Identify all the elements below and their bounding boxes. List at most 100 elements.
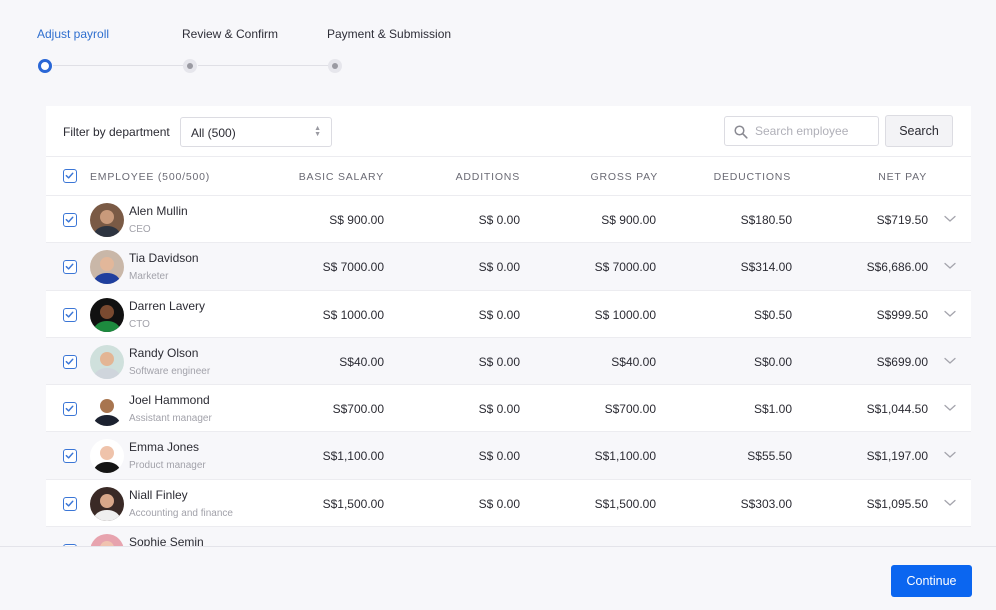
step-review-confirm[interactable]: Review & Confirm [182,27,278,41]
step-connector [53,65,183,66]
chevron-down-icon[interactable] [944,310,956,318]
employee-role: Assistant manager [129,413,212,425]
net-pay-value: S$1,095.50 [866,496,928,511]
net-pay-value: S$719.50 [876,213,928,227]
chevron-down-icon[interactable] [944,404,956,412]
basic-salary-value: S$40.00 [339,354,384,369]
select-arrows-icon: ▲ ▼ [314,125,321,138]
column-header-basic-salary[interactable]: BASIC SALARY [299,171,384,183]
additions-value: S$ 0.00 [478,402,520,417]
chevron-down-icon[interactable] [944,215,956,223]
department-select[interactable]: All (500) ▲ ▼ [180,117,332,147]
continue-button[interactable]: Continue [891,565,972,597]
search-input[interactable] [755,122,873,140]
check-icon [65,172,74,179]
basic-salary-value: S$ 900.00 [329,213,384,227]
basic-salary-value: S$ 1000.00 [322,307,384,322]
gross-pay-value: S$40.00 [611,354,656,369]
footer-bar: Continue [0,546,996,610]
additions-value: S$ 0.00 [478,354,520,369]
table-toolbar: Filter by department All (500) ▲ ▼ Search [46,106,971,157]
step-adjust-payroll[interactable]: Adjust payroll [37,27,109,41]
search-field[interactable] [724,116,879,146]
net-pay-value: S$999.50 [876,307,928,322]
chevron-down-icon[interactable] [944,451,956,459]
step-indicator-pending [183,59,197,73]
deductions-value: S$55.50 [747,449,792,464]
additions-value: S$ 0.00 [478,307,520,322]
row-checkbox[interactable] [63,260,77,275]
chevron-down-icon[interactable] [944,262,956,270]
employee-role: CTO [129,318,150,330]
table-row[interactable]: Tia Davidson Marketer S$ 7000.00 S$ 0.00… [46,243,971,291]
row-checkbox[interactable] [63,354,77,369]
table-row[interactable]: Randy Olson Software engineer S$40.00 S$… [46,337,971,386]
net-pay-value: S$6,686.00 [866,260,928,275]
table-row[interactable]: Joel Hammond Assistant manager S$700.00 … [46,385,971,433]
table-row[interactable]: Darren Lavery CTO S$ 1000.00 S$ 0.00 S$ … [46,291,971,338]
search-icon [734,125,748,139]
column-header-net-pay[interactable]: NET PAY [878,171,927,183]
check-icon [65,453,74,460]
employee-name[interactable]: Tia Davidson [129,251,199,265]
deductions-value: S$303.00 [740,496,792,511]
chevron-down-icon[interactable] [944,499,956,507]
net-pay-value: S$699.00 [876,354,928,369]
employee-name[interactable]: Alen Mullin [129,204,188,218]
employee-name[interactable]: Darren Lavery [129,299,205,313]
employee-name[interactable]: Emma Jones [129,440,199,454]
gross-pay-value: S$ 900.00 [601,213,656,227]
table-row[interactable]: Emma Jones Product manager S$1,100.00 S$… [46,432,971,480]
employee-avatar [90,439,124,474]
basic-salary-value: S$ 7000.00 [322,260,384,275]
row-checkbox[interactable] [63,213,77,227]
basic-salary-value: S$1,500.00 [322,496,384,511]
progress-stepper: Adjust payroll Review & Confirm Payment … [0,0,500,90]
column-header-employee[interactable]: EMPLOYEE (500/500) [90,171,210,183]
deductions-value: S$314.00 [740,260,792,275]
check-icon [65,263,74,270]
check-icon [65,358,74,365]
employee-role: Software engineer [129,365,211,377]
employee-avatar [90,486,124,521]
table-row[interactable]: Niall Finley Accounting and finance S$1,… [46,480,971,528]
column-header-deductions[interactable]: DEDUCTIONS [714,171,791,183]
row-checkbox[interactable] [63,402,77,417]
table-header: EMPLOYEE (500/500) BASIC SALARY ADDITION… [46,157,971,196]
employee-role: Product manager [129,460,206,472]
net-pay-value: S$1,197.00 [866,449,928,464]
gross-pay-value: S$ 7000.00 [594,260,656,275]
gross-pay-value: S$1,500.00 [594,496,656,511]
additions-value: S$ 0.00 [478,496,520,511]
employee-avatar [90,344,124,379]
chevron-down-icon[interactable] [944,357,956,365]
select-all-checkbox[interactable] [63,169,77,183]
employee-role: Marketer [129,271,169,283]
row-checkbox[interactable] [63,496,77,511]
employee-avatar [90,250,124,285]
filter-label: Filter by department [63,125,170,139]
employee-avatar [90,297,124,332]
department-select-value: All (500) [191,126,236,140]
check-icon [65,500,74,507]
step-indicator-active [38,59,52,73]
row-checkbox[interactable] [63,449,77,464]
column-header-additions[interactable]: ADDITIONS [456,171,520,183]
employee-name[interactable]: Randy Olson [129,346,198,360]
search-button[interactable]: Search [885,115,953,147]
employee-name[interactable]: Joel Hammond [129,393,210,407]
gross-pay-value: S$1,100.00 [594,449,656,464]
basic-salary-value: S$1,100.00 [322,449,384,464]
column-header-gross-pay[interactable]: GROSS PAY [591,171,659,183]
step-payment-submission[interactable]: Payment & Submission [327,27,451,41]
check-icon [65,311,74,318]
payroll-card: Filter by department All (500) ▲ ▼ Search… [46,106,971,566]
table-row[interactable]: Alen Mullin CEO S$ 900.00 S$ 0.00 S$ 900… [46,196,971,244]
gross-pay-value: S$ 1000.00 [594,307,656,322]
employee-avatar [90,392,124,427]
employee-name[interactable]: Niall Finley [129,488,188,502]
net-pay-value: S$1,044.50 [866,402,928,417]
deductions-value: S$0.00 [753,354,792,369]
additions-value: S$ 0.00 [478,260,520,275]
row-checkbox[interactable] [63,307,77,322]
